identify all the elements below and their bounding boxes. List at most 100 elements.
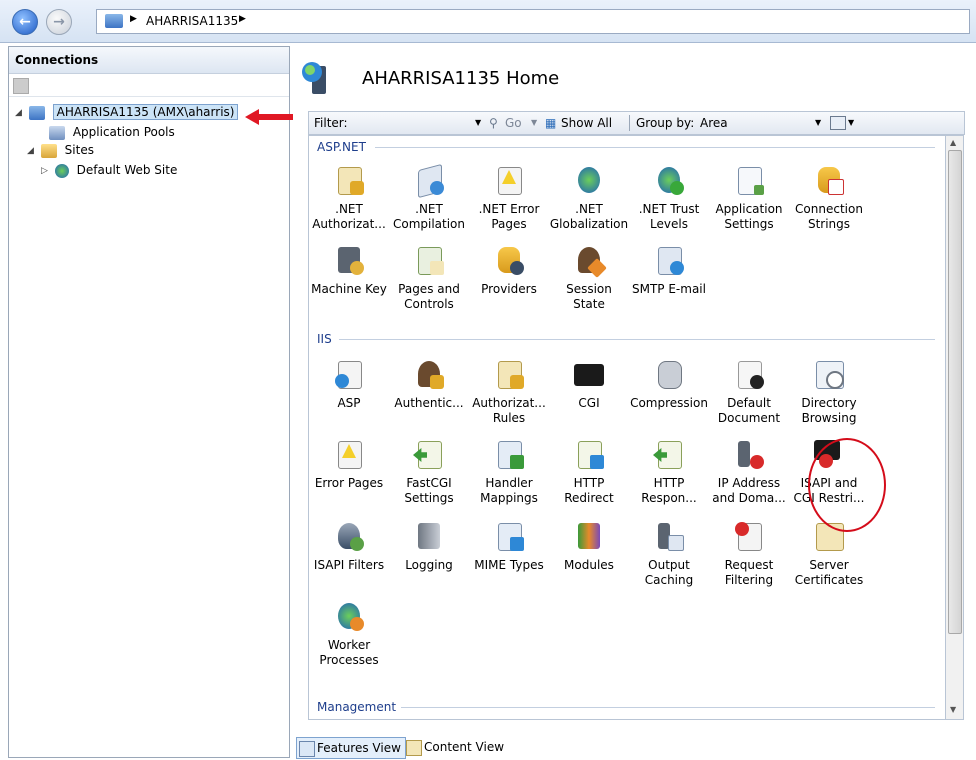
collapse-icon[interactable]: ◢ <box>27 142 37 160</box>
vertical-scrollbar[interactable]: ▲ ▼ <box>945 135 964 720</box>
feature-net-trust-levels[interactable]: .NET Trust Levels <box>629 164 709 232</box>
filter-input[interactable] <box>357 116 482 130</box>
fastcgi-settings-icon <box>413 438 445 470</box>
forward-button[interactable]: → <box>46 9 72 35</box>
feature-modules[interactable]: Modules <box>549 520 629 573</box>
breadcrumb-separator-icon[interactable]: ▶ <box>239 14 246 24</box>
go-dropdown-icon[interactable]: ▼ <box>531 118 537 127</box>
feature-http-response-headers[interactable]: HTTP Respon... <box>629 438 709 506</box>
logging-icon <box>413 520 445 552</box>
feature-connection-strings[interactable]: Connection Strings <box>789 164 869 232</box>
modules-icon <box>573 520 605 552</box>
feature-directory-browsing[interactable]: Directory Browsing <box>789 358 869 426</box>
feature-default-document[interactable]: Default Document <box>709 358 789 426</box>
isapi-filters-icon <box>333 520 365 552</box>
feature-label: SMTP E-mail <box>632 282 706 296</box>
back-button[interactable]: ← <box>12 9 38 35</box>
feature-application-settings[interactable]: Application Settings <box>709 164 789 232</box>
net-authorization-icon <box>333 164 365 196</box>
feature-handler-mappings[interactable]: Handler Mappings <box>469 438 549 506</box>
feature-http-redirect[interactable]: HTTP Redirect <box>549 438 629 506</box>
group-header-aspnet[interactable]: ASP.NET <box>317 140 366 154</box>
content-view-button[interactable]: Content View <box>404 737 504 757</box>
feature-label: HTTP Respon... <box>641 476 697 505</box>
feature-authentication[interactable]: Authentic... <box>389 358 469 411</box>
feature-label: Output Caching <box>644 558 694 587</box>
tree-item-application-pools[interactable]: Application Pools <box>49 123 175 141</box>
forward-arrow-icon: → <box>53 14 65 30</box>
show-all-icon: ▦ <box>545 116 557 130</box>
feature-authorization-rules[interactable]: Authorizat... Rules <box>469 358 549 426</box>
feature-label: Compression <box>630 396 708 410</box>
features-view-button[interactable]: Features View <box>296 737 406 759</box>
tree-item-sites[interactable]: ◢ Sites <box>27 141 94 159</box>
group-by-dropdown-icon[interactable]: ▼ <box>815 118 821 127</box>
feature-asp[interactable]: ASP <box>309 358 389 411</box>
tree-item-server[interactable]: ◢ AHARRISA1135 (AMX\aharris) <box>15 103 239 122</box>
expand-icon[interactable]: ▷ <box>41 162 51 180</box>
feature-label: .NET Error Pages <box>478 202 540 231</box>
feature-providers[interactable]: Providers <box>469 244 549 297</box>
connections-toolbar <box>9 74 289 97</box>
annotation-circle <box>808 438 886 532</box>
breadcrumb-server[interactable]: AHARRISA1135 <box>146 14 238 28</box>
view-mode-dropdown-icon[interactable]: ▼ <box>848 118 854 127</box>
scroll-up-icon[interactable]: ▲ <box>950 138 956 147</box>
view-mode-icon[interactable] <box>830 116 846 130</box>
group-divider <box>375 147 935 148</box>
main-panel: AHARRISA1135 Home Filter: ▼ ⚲ Go ▼ ▦ Sho… <box>288 46 976 760</box>
feature-output-caching[interactable]: Output Caching <box>629 520 709 588</box>
ip-address-domain-icon <box>733 438 765 470</box>
scrollbar-thumb[interactable] <box>948 150 962 634</box>
feature-label: .NET Trust Levels <box>638 202 700 231</box>
feature-net-authorization[interactable]: .NET Authorizat... <box>309 164 389 232</box>
feature-request-filtering[interactable]: Request Filtering <box>709 520 789 588</box>
feature-ip-address-domain[interactable]: IP Address and Doma... <box>709 438 789 506</box>
http-response-headers-icon <box>653 438 685 470</box>
feature-machine-key[interactable]: Machine Key <box>309 244 389 297</box>
feature-fastcgi-settings[interactable]: FastCGI Settings <box>389 438 469 506</box>
breadcrumb-separator-icon: ▶ <box>130 14 137 24</box>
group-divider <box>401 707 935 708</box>
output-caching-icon <box>653 520 685 552</box>
feature-logging[interactable]: Logging <box>389 520 469 573</box>
go-button[interactable]: Go <box>505 116 522 130</box>
feature-pages-and-controls[interactable]: Pages and Controls <box>389 244 469 312</box>
show-all-button[interactable]: Show All <box>561 116 612 130</box>
feature-cgi[interactable]: CGI <box>549 358 629 411</box>
feature-mime-types[interactable]: MIME Types <box>469 520 549 573</box>
feature-session-state[interactable]: Session State <box>549 244 629 312</box>
connect-icon[interactable] <box>13 78 29 94</box>
feature-label: Machine Key <box>311 282 387 296</box>
feature-smtp-email[interactable]: SMTP E-mail <box>629 244 709 297</box>
feature-isapi-filters[interactable]: ISAPI Filters <box>309 520 389 573</box>
group-by-select[interactable]: Area <box>700 116 728 130</box>
feature-net-globalization[interactable]: .NET Globalization <box>549 164 629 232</box>
tree-item-default-web-site[interactable]: ▷ Default Web Site <box>41 161 177 179</box>
scroll-down-icon[interactable]: ▼ <box>950 705 956 714</box>
error-pages-icon <box>333 438 365 470</box>
content-view-icon <box>406 740 422 756</box>
feature-label: .NET Compilation <box>392 202 466 231</box>
feature-compression[interactable]: Compression <box>629 358 709 411</box>
net-trust-levels-icon <box>653 164 685 196</box>
collapse-icon[interactable]: ◢ <box>15 104 25 122</box>
feature-label: Authentic... <box>394 396 464 410</box>
group-header-management[interactable]: Management <box>317 700 396 714</box>
feature-label: CGI <box>578 396 600 410</box>
feature-net-compilation[interactable]: .NET Compilation <box>389 163 469 232</box>
connections-panel: Connections ◢ AHARRISA1135 (AMX\aharris)… <box>8 46 290 758</box>
filter-dropdown-icon[interactable]: ▼ <box>475 118 481 127</box>
machine-key-icon <box>333 244 365 276</box>
features-list: ASP.NET .NET Authorizat... .NET Compilat… <box>308 135 946 720</box>
address-bar[interactable]: ▶ AHARRISA1135 ▶ <box>96 9 970 34</box>
group-divider <box>339 339 935 340</box>
request-filtering-icon <box>733 520 765 552</box>
navigation-bar: ← → ▶ AHARRISA1135 ▶ <box>0 0 976 43</box>
feature-worker-processes[interactable]: Worker Processes <box>309 600 389 668</box>
group-header-iis[interactable]: IIS <box>317 332 332 346</box>
feature-net-error-pages[interactable]: .NET Error Pages <box>469 164 549 232</box>
feature-error-pages[interactable]: Error Pages <box>309 438 389 491</box>
connections-header: Connections <box>9 47 289 74</box>
feature-label: HTTP Redirect <box>564 476 614 505</box>
